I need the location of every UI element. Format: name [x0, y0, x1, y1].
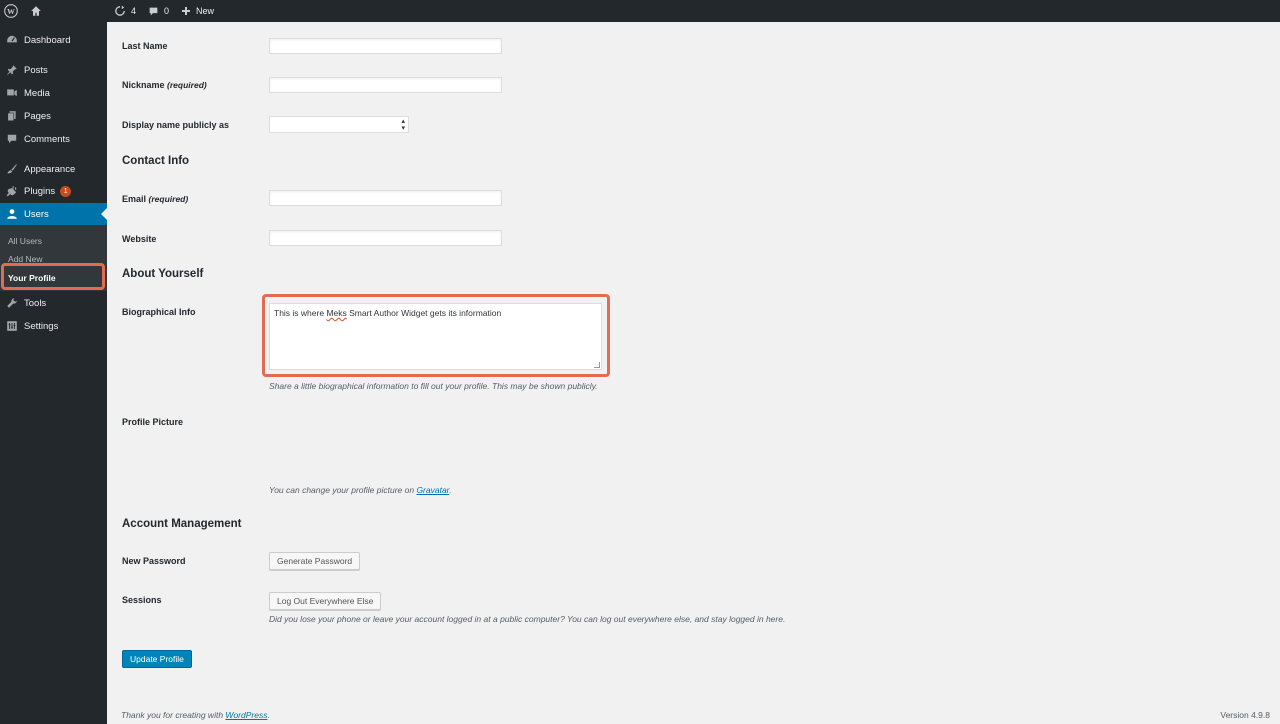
website-label: Website	[122, 234, 157, 244]
plug-icon	[0, 185, 24, 197]
brush-icon	[0, 163, 24, 175]
sidebar-item-label: Appearance	[24, 163, 76, 175]
footer-thanks: Thank you for creating with WordPress.	[121, 710, 270, 720]
submenu-all-users[interactable]: All Users	[8, 236, 42, 246]
home-icon	[31, 6, 41, 16]
select-arrows-icon: ▴ ▾	[401, 118, 405, 132]
sidebar-item-tools[interactable]: Tools	[0, 292, 107, 314]
svg-text:W: W	[7, 7, 15, 16]
nickname-input[interactable]	[269, 77, 502, 93]
plus-icon	[182, 7, 191, 15]
footer-version: Version 4.9.8	[1220, 710, 1270, 720]
sessions-description: Did you lose your phone or leave your ac…	[269, 614, 786, 624]
footer-thanks-pre: Thank you for creating with	[121, 710, 226, 720]
sidebar-item-dashboard[interactable]: Dashboard	[0, 29, 107, 51]
admin-sidebar: Dashboard Posts Media Pages Comments App…	[0, 22, 107, 724]
logout-everywhere-button[interactable]: Log Out Everywhere Else	[269, 592, 382, 610]
pages-icon	[0, 110, 24, 122]
comments-count: 0	[164, 6, 170, 16]
updates-count: 4	[131, 6, 137, 16]
display-name-select[interactable]: ▴ ▾	[269, 116, 409, 133]
sidebar-item-label: Comments	[24, 133, 70, 145]
wordpress-logo-icon: W	[4, 4, 18, 18]
profile-picture-label: Profile Picture	[122, 417, 184, 427]
website-input[interactable]	[269, 230, 502, 246]
sidebar-item-label: Plugins	[24, 185, 56, 197]
sidebar-item-label: Users	[24, 208, 49, 220]
email-required: (required)	[148, 194, 189, 204]
footer-thanks-post: .	[267, 710, 270, 720]
main-content: Last Name Nickname (required) Display na…	[107, 22, 1280, 724]
settings-icon	[0, 320, 24, 332]
gravatar-link[interactable]: Gravatar	[416, 485, 449, 495]
refresh-icon	[115, 5, 125, 16]
sidebar-item-label: Tools	[24, 297, 47, 309]
dashboard-icon	[0, 34, 24, 46]
comment-icon	[149, 7, 158, 15]
email-label: Email (required)	[122, 194, 188, 204]
email-input[interactable]	[269, 190, 502, 206]
profile-picture-description: You can change your profile picture on G…	[269, 485, 452, 495]
sidebar-item-label: Dashboard	[24, 34, 71, 46]
your-profile-highlight	[1, 263, 105, 290]
contact-info-title: Contact Info	[122, 155, 190, 167]
account-management-title: Account Management	[122, 518, 242, 530]
wrench-icon	[0, 297, 24, 309]
updates-button[interactable]: 4	[108, 0, 142, 22]
nickname-label: Nickname (required)	[122, 80, 207, 90]
sidebar-item-posts[interactable]: Posts	[0, 59, 107, 81]
site-home-button[interactable]	[24, 0, 48, 22]
sidebar-item-appearance[interactable]: Appearance	[0, 158, 107, 180]
comments-button[interactable]: 0	[142, 0, 175, 22]
admin-bar: W 4 0 New	[0, 0, 1280, 22]
profile-picture-desc-post: .	[449, 485, 452, 495]
new-password-label: New Password	[122, 556, 186, 566]
sidebar-item-label: Settings	[24, 320, 59, 332]
sidebar-item-settings[interactable]: Settings	[0, 315, 107, 337]
sidebar-item-users[interactable]: Users	[0, 203, 107, 225]
about-yourself-title: About Yourself	[122, 268, 204, 280]
bio-highlight	[262, 294, 610, 377]
sidebar-item-plugins[interactable]: Plugins 1	[0, 180, 107, 202]
new-label: New	[196, 6, 215, 16]
update-profile-button[interactable]: Update Profile	[122, 650, 192, 668]
pin-icon	[0, 64, 24, 76]
display-name-label: Display name publicly as	[122, 120, 230, 130]
generate-password-button[interactable]: Generate Password	[269, 552, 361, 570]
nickname-label-text: Nickname	[122, 80, 165, 90]
last-name-input[interactable]	[269, 38, 502, 54]
new-content-button[interactable]: New	[175, 0, 220, 22]
nickname-required: (required)	[167, 80, 207, 90]
media-icon	[0, 87, 24, 99]
plugins-update-badge: 1	[60, 185, 72, 197]
profile-picture-desc-pre: You can change your profile picture on	[269, 485, 417, 495]
user-icon	[0, 208, 24, 220]
comment-icon	[0, 133, 24, 145]
bio-label: Biographical Info	[122, 307, 196, 317]
bio-description: Share a little biographical information …	[269, 381, 598, 391]
sidebar-item-media[interactable]: Media	[0, 82, 107, 104]
sidebar-item-pages[interactable]: Pages	[0, 105, 107, 127]
email-label-text: Email	[122, 194, 147, 204]
last-name-label: Last Name	[122, 41, 168, 51]
wordpress-logo-button[interactable]: W	[0, 0, 24, 22]
sidebar-item-label: Pages	[24, 110, 51, 122]
sidebar-item-label: Media	[24, 87, 50, 99]
sidebar-item-comments[interactable]: Comments	[0, 128, 107, 150]
wordpress-link[interactable]: WordPress	[225, 710, 267, 720]
sessions-label: Sessions	[122, 595, 162, 605]
sidebar-item-label: Posts	[24, 64, 48, 76]
